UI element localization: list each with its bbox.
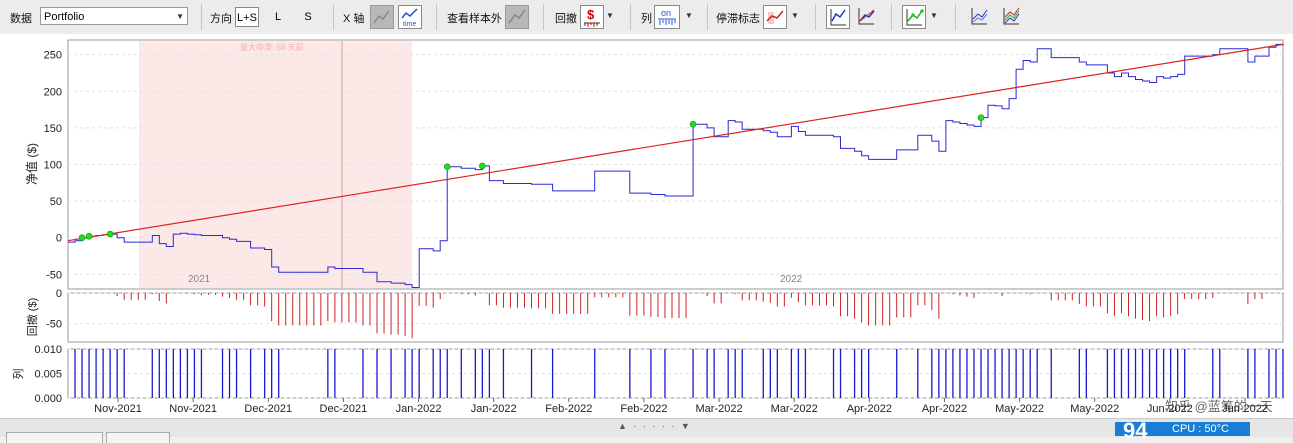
new-high-marker — [85, 232, 93, 240]
new-high-marker — [78, 234, 86, 242]
equity-ytick-label: 50 — [50, 196, 62, 208]
drawdown-label: 回撤 — [555, 13, 577, 25]
direction-s-button[interactable]: S — [296, 7, 320, 27]
x-tick-label: May-2022 — [1070, 403, 1119, 415]
x-tick-label: Dec-2021 — [320, 403, 368, 415]
x-tick-label: Feb-2022 — [545, 403, 592, 415]
equity-ytick-label: 0 — [56, 233, 62, 245]
oos-toggle-icon[interactable] — [505, 5, 529, 29]
chart-svg: 最大停滞: 58 天前 -50 0 50 100 150 200 250 2021 2022… — [11, 39, 1284, 415]
cpu-indicator: 94 CPU : 50°C — [1115, 420, 1250, 442]
equity-ytick-label: 250 — [44, 50, 62, 62]
direction-ls-button[interactable]: L+S — [235, 7, 259, 27]
status-bar: ▲ · · · · · ▼ — [0, 418, 1293, 443]
x-tick-label: Dec-2021 — [244, 403, 292, 415]
equity-chart-icon[interactable] — [826, 5, 850, 29]
equity-ytick-label: 200 — [44, 86, 62, 98]
new-high-marker — [443, 163, 451, 170]
panel-scroll-arrows[interactable]: ▲ · · · · · ▼ — [618, 421, 692, 431]
x-tick-label: Jan-2022 — [471, 403, 517, 415]
year-label-2021: 2021 — [188, 274, 211, 285]
column-ytick-label: 0.000 — [34, 393, 62, 405]
new-high-marker — [689, 120, 697, 128]
xaxis-time-icon[interactable]: time — [398, 5, 422, 29]
x-tick-label: Feb-2022 — [620, 403, 667, 415]
drawdown-chevron-down-icon[interactable]: ▼ — [606, 11, 614, 20]
xaxis-label: X 轴 — [343, 13, 365, 25]
xaxis-trade-icon[interactable] — [370, 5, 394, 29]
oos-label: 查看样本外 — [447, 13, 502, 25]
direction-l-button[interactable]: L — [266, 7, 290, 27]
watermark-text: 知乎 @蓝筹的一天 — [1165, 399, 1273, 414]
stagnation-icon[interactable] — [763, 5, 787, 29]
stagnation-chevron-down-icon[interactable]: ▼ — [791, 11, 799, 20]
markers-icon[interactable] — [902, 5, 926, 29]
x-tick-label: Mar-2022 — [771, 403, 818, 415]
column-ytick-label: 0.005 — [34, 369, 62, 381]
equity-ylabel: 净值 ($) — [24, 143, 39, 185]
cpu-text: CPU : 50°C — [1172, 423, 1229, 435]
x-tick-label: Apr-2022 — [922, 403, 967, 415]
drawdown-ylabel: 回撤 ($) — [25, 298, 39, 337]
chart-area: 最大停滞: 58 天前 -50 0 50 100 150 200 250 2021 2022… — [0, 34, 1293, 418]
x-tick-label: Nov-2021 — [94, 403, 142, 415]
stagnation-region — [139, 41, 412, 288]
column-ytick-label: 0.010 — [34, 344, 62, 356]
equity-ytick-label: 100 — [44, 160, 62, 172]
equity-ytick-label: -50 — [46, 269, 62, 281]
x-axis: Nov-2021 Nov-2021 Dec-2021 Dec-2021 Jan-2022… — [94, 398, 1268, 415]
column-on-icon[interactable]: on — [654, 5, 680, 29]
drawdown-dollar-icon[interactable]: $ — [580, 5, 604, 29]
x-tick-label: Apr-2022 — [847, 403, 892, 415]
svg-text:time: time — [403, 21, 416, 28]
x-tick-label: Jan-2022 — [396, 403, 442, 415]
x-tick-label: Mar-2022 — [696, 403, 743, 415]
column-icon-text: on — [661, 8, 671, 18]
stagnation-annotation: 最大停滞: 58 天前 — [240, 42, 304, 52]
column-label: 列 — [641, 13, 652, 25]
column-ylabel: 列 — [11, 369, 25, 380]
drawdown-ytick-label: 0 — [56, 288, 62, 300]
new-high-marker — [479, 162, 486, 170]
x-tick-label: May-2022 — [995, 403, 1044, 415]
chevron-down-icon: ▼ — [176, 12, 184, 21]
new-high-marker — [977, 114, 985, 121]
new-high-marker — [106, 230, 114, 238]
cpu-value: 94 — [1123, 418, 1148, 443]
toolbar: 数据 Portfolio ▼ 方向 L+S L S X 轴 time 查看样本外… — [0, 0, 1293, 35]
data-select-value: Portfolio — [44, 11, 85, 23]
data-label: 数据 — [10, 13, 32, 25]
footer-tab-1[interactable] — [6, 432, 103, 443]
equity-ytick-label: 150 — [44, 123, 62, 135]
data-select[interactable]: Portfolio ▼ — [40, 7, 188, 25]
direction-label: 方向 — [210, 13, 232, 25]
footer-tab-2[interactable] — [106, 432, 170, 443]
multi-line-icon[interactable] — [968, 5, 992, 29]
x-tick-label: Nov-2021 — [169, 403, 217, 415]
stagnation-label: 停滞标志 — [716, 13, 760, 25]
column-chevron-down-icon[interactable]: ▼ — [685, 11, 693, 20]
multi-series-icon[interactable] — [1000, 5, 1024, 29]
year-label-2022: 2022 — [780, 274, 803, 285]
equity-trend-icon[interactable] — [855, 5, 879, 29]
drawdown-ytick-label: -50 — [46, 319, 62, 331]
markers-chevron-down-icon[interactable]: ▼ — [930, 11, 938, 20]
svg-text:$: $ — [587, 7, 595, 22]
